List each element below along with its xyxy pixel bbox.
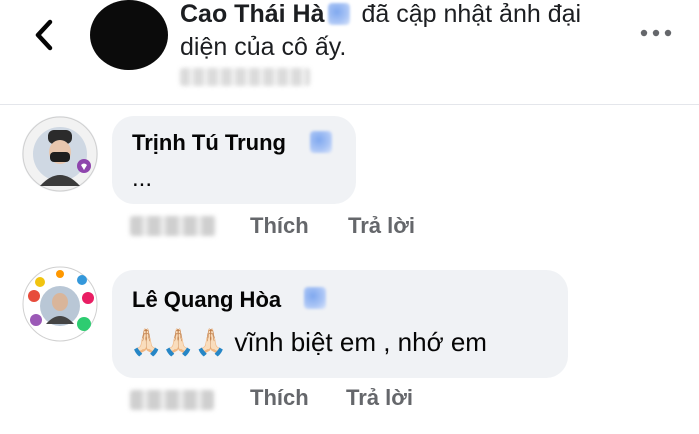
reply-button[interactable]: Trả lời — [346, 385, 413, 411]
verified-badge-icon — [304, 287, 326, 309]
avatar[interactable] — [22, 266, 98, 342]
chevron-left-icon[interactable] — [28, 14, 62, 56]
comment-text: ... — [132, 165, 153, 192]
header-author[interactable]: Cao Thái Hà — [180, 0, 324, 28]
reply-button[interactable]: Trả lời — [348, 213, 415, 239]
verified-badge-icon — [310, 131, 332, 153]
like-button[interactable]: Thích — [250, 213, 309, 239]
comment-author[interactable]: Trịnh Tú Trung — [132, 130, 286, 156]
post-header: Cao Thái Hà đã cập nhật ảnh đại diện của… — [0, 0, 699, 105]
header-divider — [0, 104, 699, 105]
comment-author[interactable]: Lê Quang Hòa — [132, 287, 281, 313]
more-horizontal-icon[interactable] — [638, 26, 674, 40]
avatar[interactable] — [22, 116, 98, 192]
header-text: Cao Thái Hà đã cập nhật ảnh đại diện của… — [180, 0, 600, 64]
frame-avatar-icon — [22, 266, 98, 342]
comment-timestamp — [130, 390, 214, 410]
comment-timestamp — [130, 216, 216, 236]
post-timestamp — [180, 68, 310, 86]
like-button[interactable]: Thích — [250, 385, 309, 411]
verified-badge-icon — [328, 3, 351, 25]
vaccine-frame-avatar-icon — [22, 116, 98, 192]
comment-text: 🙏🏻🙏🏻🙏🏻 vĩnh biệt em , nhớ em — [130, 327, 487, 357]
header-avatar[interactable] — [90, 0, 168, 70]
